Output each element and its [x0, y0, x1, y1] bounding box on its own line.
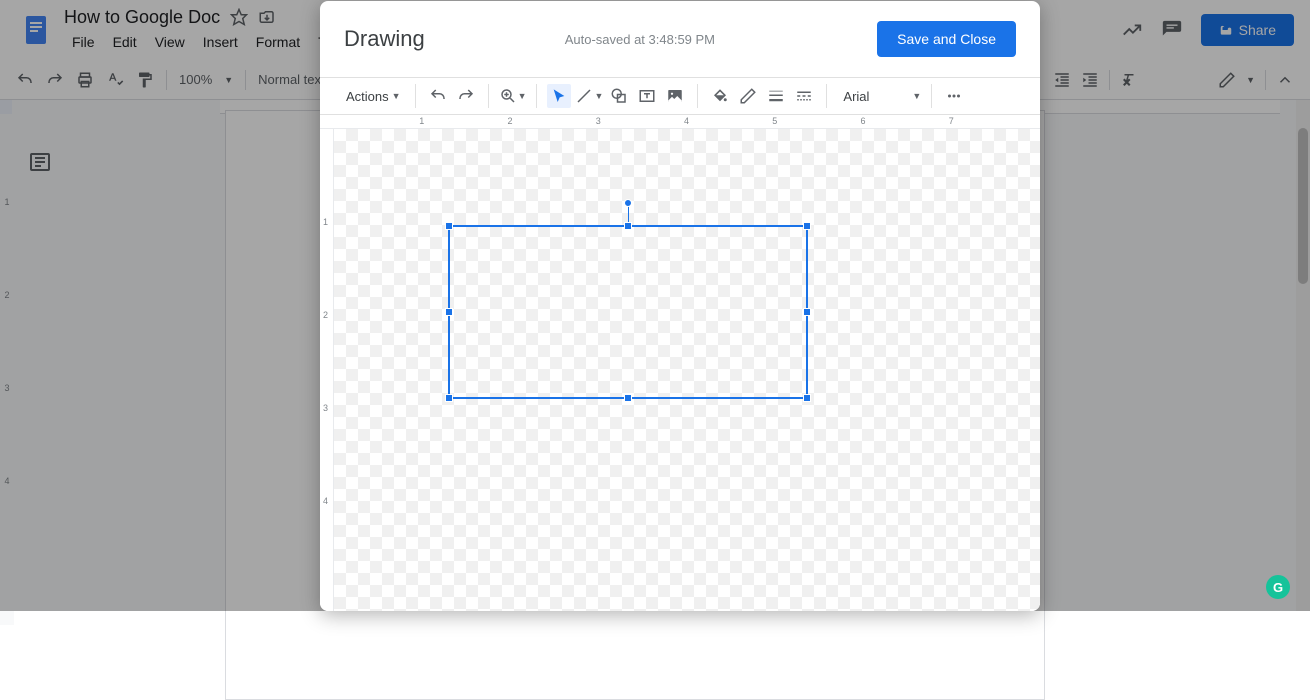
drawing-ruler-horizontal: 1 2 3 4 5 6 7	[320, 115, 1040, 129]
line-tool[interactable]: ▼	[575, 87, 603, 105]
resize-handle-nw[interactable]	[445, 222, 453, 230]
caret-down-icon: ▼	[392, 91, 401, 101]
autosave-status: Auto-saved at 3:48:59 PM	[565, 32, 715, 47]
shape-tool-icon[interactable]	[607, 84, 631, 108]
drawing-ruler-vertical: 1 2 3 4	[320, 129, 334, 611]
font-caret-icon[interactable]: ▼	[912, 91, 921, 101]
resize-handle-e[interactable]	[803, 308, 811, 316]
drawing-header: Drawing Auto-saved at 3:48:59 PM Save an…	[320, 1, 1040, 77]
resize-handle-w[interactable]	[445, 308, 453, 316]
caret-down-icon: ▼	[594, 91, 603, 101]
resize-handle-s[interactable]	[624, 394, 632, 402]
textbox-tool-icon[interactable]	[635, 84, 659, 108]
undo-icon[interactable]	[426, 84, 450, 108]
font-selector[interactable]: Arial	[837, 89, 907, 104]
border-dash-icon[interactable]	[792, 84, 816, 108]
rotate-handle[interactable]	[624, 199, 632, 207]
resize-handle-ne[interactable]	[803, 222, 811, 230]
border-weight-icon[interactable]	[764, 84, 788, 108]
drawing-modal: Drawing Auto-saved at 3:48:59 PM Save an…	[320, 1, 1040, 611]
caret-down-icon: ▼	[518, 91, 527, 101]
selected-rectangle-shape[interactable]	[448, 225, 808, 399]
save-and-close-button[interactable]: Save and Close	[877, 21, 1016, 57]
actions-menu[interactable]: Actions ▼	[342, 85, 405, 108]
drawing-canvas[interactable]	[334, 129, 1040, 611]
drawing-toolbar: Actions ▼ ▼ ▼ Arial ▼	[320, 77, 1040, 115]
zoom-tool[interactable]: ▼	[499, 87, 527, 105]
select-tool-icon[interactable]	[547, 84, 571, 108]
resize-handle-sw[interactable]	[445, 394, 453, 402]
resize-handle-se[interactable]	[803, 394, 811, 402]
fill-color-icon[interactable]	[708, 84, 732, 108]
image-tool-icon[interactable]	[663, 84, 687, 108]
drawing-canvas-area: 1 2 3 4	[320, 129, 1040, 611]
redo-icon[interactable]	[454, 84, 478, 108]
grammarly-icon[interactable]: G	[1266, 575, 1290, 599]
border-color-icon[interactable]	[736, 84, 760, 108]
resize-handle-n[interactable]	[624, 222, 632, 230]
drawing-title: Drawing	[344, 26, 425, 52]
more-icon[interactable]	[942, 84, 966, 108]
